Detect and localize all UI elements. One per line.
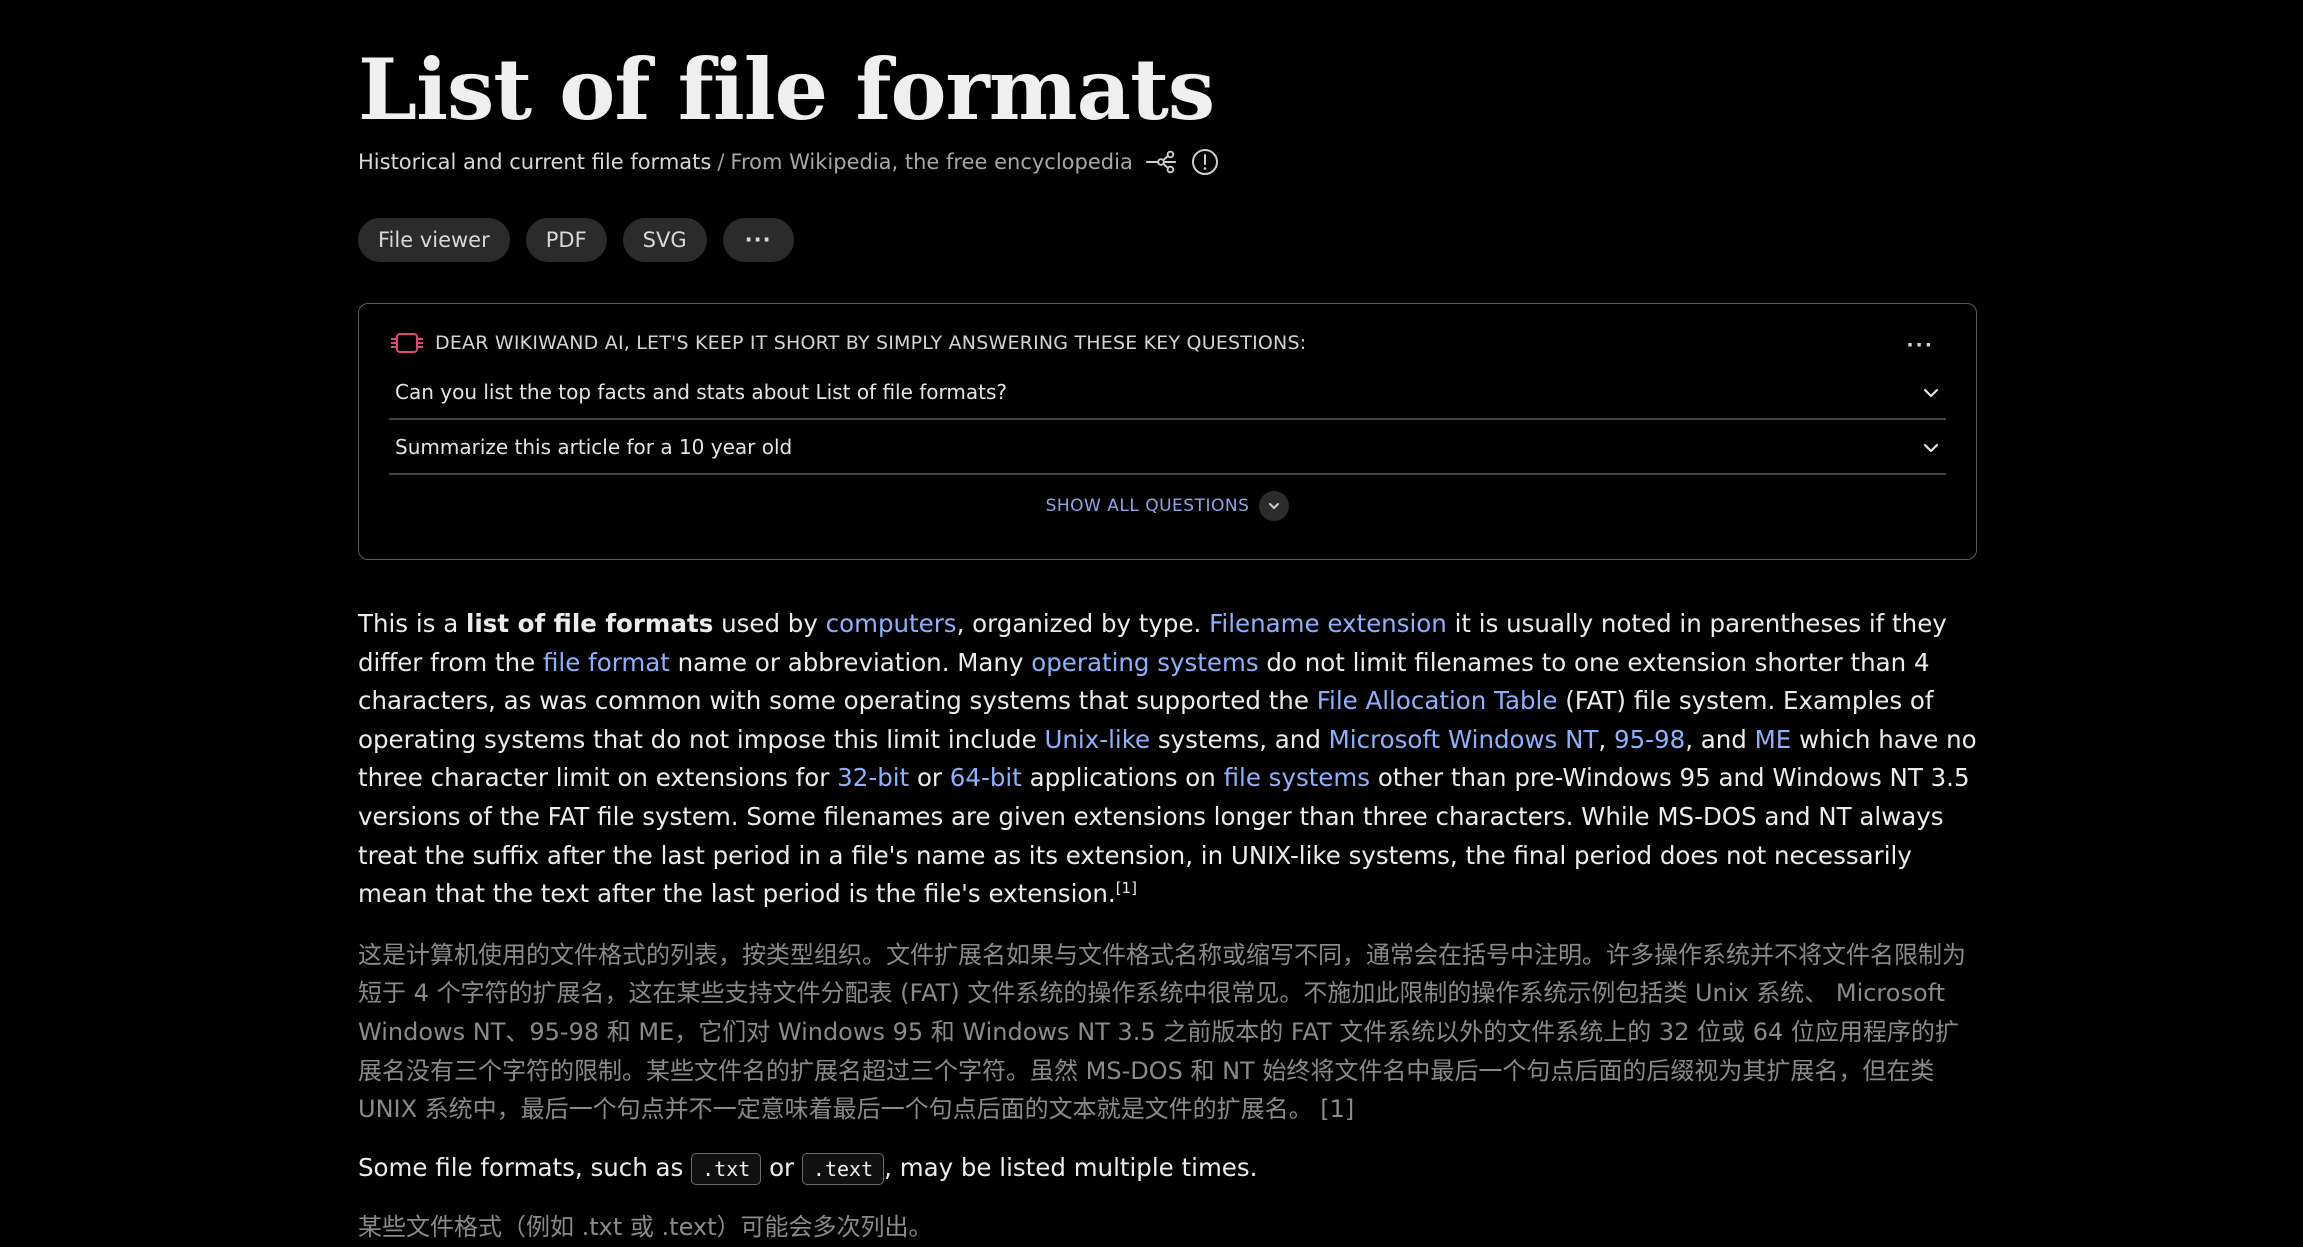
chevron-down-icon <box>1259 491 1290 521</box>
link-file-allocation-table[interactable]: File Allocation Table <box>1317 686 1558 715</box>
chip-more-button[interactable]: ··· <box>722 218 794 262</box>
ai-question-text: Summarize this article for a 10 year old <box>395 434 793 459</box>
ai-questions-panel: DEAR WIKIWAND AI, LET'S KEEP IT SHORT BY… <box>358 303 1977 560</box>
article: List of file formats Historical and curr… <box>358 0 1980 1247</box>
subtitle-description: Historical and current file formats <box>358 150 712 174</box>
subtitle-separator: / <box>717 150 725 174</box>
link-operating-systems[interactable]: operating systems <box>1031 648 1258 677</box>
intro-paragraph-translation: 这是计算机使用的文件格式的列表，按类型组织。文件扩展名如果与文件格式名称或缩写不… <box>358 940 1966 1124</box>
show-all-questions-button[interactable]: SHOW ALL QUESTIONS <box>389 491 1946 521</box>
connections-icon[interactable] <box>1145 146 1177 178</box>
show-all-label: SHOW ALL QUESTIONS <box>1045 496 1250 516</box>
chevron-down-icon <box>1922 435 1940 459</box>
format-chips: File viewer PDF SVG ··· <box>358 218 1980 262</box>
link-32-bit[interactable]: 32-bit <box>837 763 909 792</box>
ai-panel-header: DEAR WIKIWAND AI, LET'S KEEP IT SHORT BY… <box>389 321 1946 365</box>
code-txt: .txt <box>691 1152 762 1185</box>
code-text: .text <box>801 1152 885 1185</box>
link-file-systems[interactable]: file systems <box>1224 763 1370 792</box>
link-95-98[interactable]: 95-98 <box>1614 725 1685 754</box>
ai-question[interactable]: Summarize this article for a 10 year old <box>389 420 1946 475</box>
multiple-listing-paragraph: Some file formats, such as .txt or .text… <box>358 1149 1980 1189</box>
chevron-down-icon <box>1922 380 1940 404</box>
ai-question-text: Can you list the top facts and stats abo… <box>395 379 1008 404</box>
page-title: List of file formats <box>358 40 1215 139</box>
link-windows-nt[interactable]: Microsoft Windows NT <box>1329 725 1599 754</box>
ai-chip-icon <box>389 330 425 356</box>
chip-svg[interactable]: SVG <box>622 218 707 262</box>
page-subtitle: Historical and current file formats / Fr… <box>358 146 1980 178</box>
link-computers[interactable]: computers <box>826 609 957 638</box>
info-icon[interactable] <box>1189 146 1221 178</box>
ai-question[interactable]: Can you list the top facts and stats abo… <box>389 365 1946 420</box>
link-filename-extension[interactable]: Filename extension <box>1209 609 1447 638</box>
chip-pdf[interactable]: PDF <box>525 218 607 262</box>
link-me[interactable]: ME <box>1755 725 1792 754</box>
intro-paragraph: This is a list of file formats used by c… <box>358 609 1977 909</box>
link-file-format[interactable]: file format <box>543 648 670 677</box>
subtitle-source: From Wikipedia, the free encyclopedia <box>730 150 1133 174</box>
ai-panel-heading: DEAR WIKIWAND AI, LET'S KEEP IT SHORT BY… <box>435 332 1307 354</box>
ai-panel-menu-button[interactable]: ··· <box>1906 334 1934 356</box>
link-unix-like[interactable]: Unix-like <box>1044 725 1150 754</box>
link-64-bit[interactable]: 64-bit <box>950 763 1022 792</box>
reference-1[interactable]: [1] <box>1116 879 1137 897</box>
multiple-listing-translation: 某些文件格式（例如 .txt 或 .text）可能会多次列出。 <box>358 1213 933 1242</box>
chip-file-viewer[interactable]: File viewer <box>358 218 510 262</box>
